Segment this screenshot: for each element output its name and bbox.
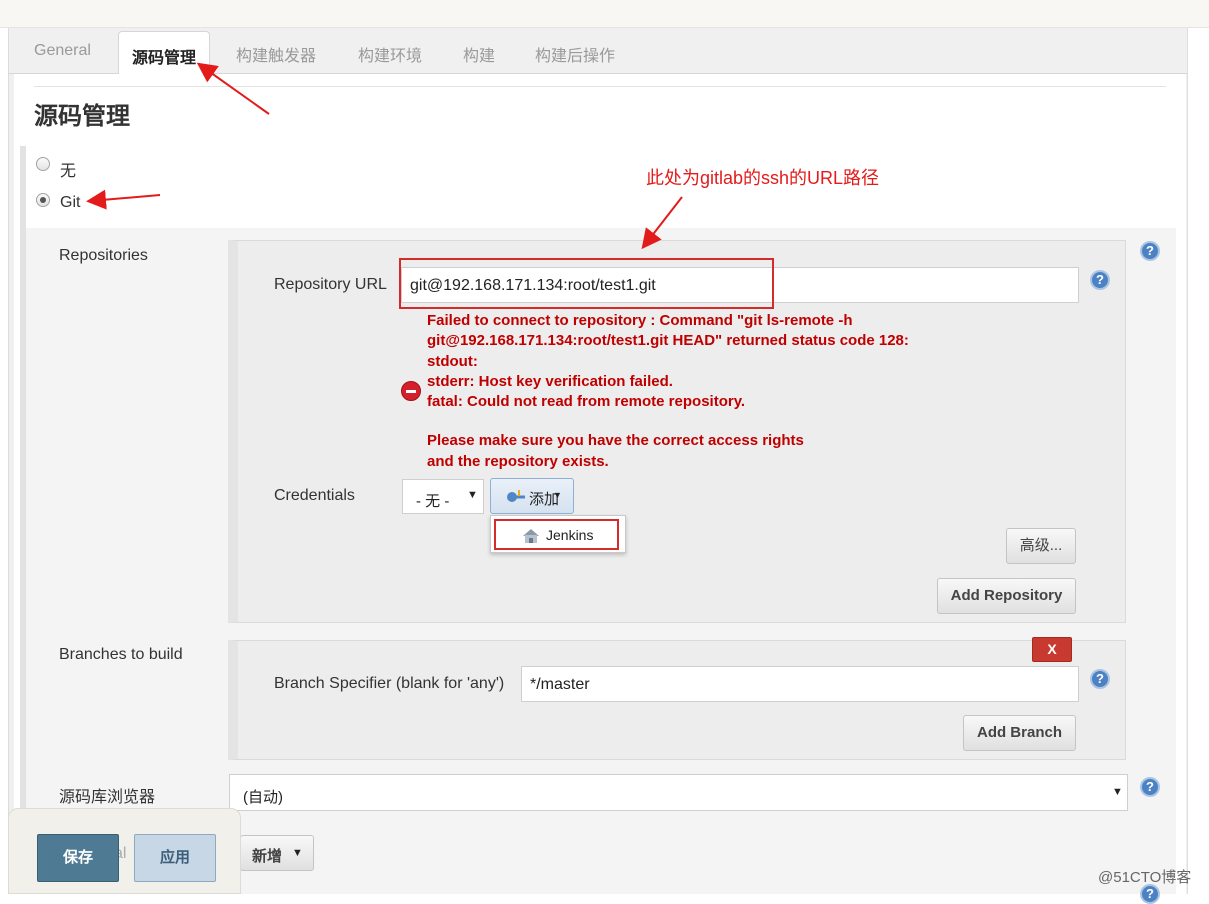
arrow-to-repository-url	[641, 196, 683, 250]
annotation-arrows	[86, 62, 683, 250]
arrow-to-scm-tab	[196, 62, 270, 115]
watermark: @51CTO博客	[1098, 869, 1192, 886]
arrow-to-git-option	[86, 189, 161, 210]
